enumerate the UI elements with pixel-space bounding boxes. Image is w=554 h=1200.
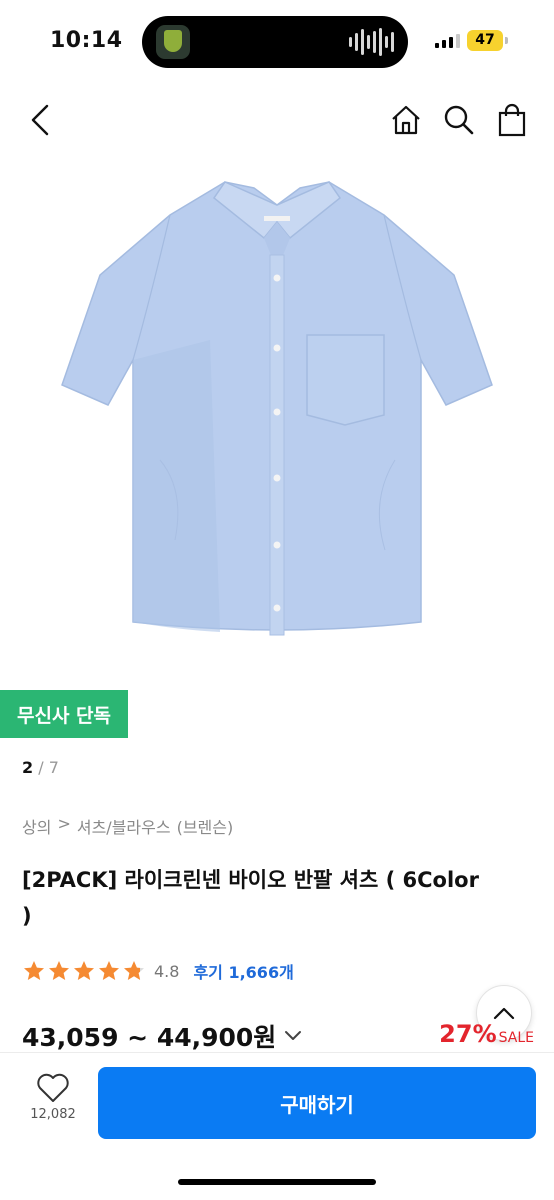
search-button[interactable] (439, 100, 479, 140)
exclusive-badge: 무신사 단독 (0, 690, 128, 738)
breadcrumb-separator: > (57, 814, 71, 833)
image-pager: 2 / 7 (22, 758, 59, 777)
pager-current: 2 (22, 758, 34, 777)
product-image[interactable] (0, 160, 554, 660)
star-half-icon (124, 961, 144, 980)
chevron-down-icon (285, 1031, 302, 1040)
battery-tip (505, 37, 508, 44)
pager-separator: / (33, 758, 49, 777)
discount-percent: 27% (439, 1020, 497, 1048)
rating-value: 4.8 (154, 961, 180, 981)
price-range-button[interactable]: 43,059 ~ 44,900원 (22, 1018, 302, 1052)
top-navigation (0, 88, 554, 152)
heart-icon (37, 1073, 69, 1102)
pager-total: 7 (48, 758, 59, 777)
breadcrumb: 상의 > 셔츠/블라우스 (브렌슨) (22, 814, 233, 838)
cart-button[interactable] (492, 100, 532, 140)
battery-icon: 47 (467, 30, 503, 51)
bottom-action-bar: 12,082 구매하기 (0, 1052, 554, 1200)
home-icon (392, 105, 420, 135)
star-icon (24, 961, 44, 980)
star-icon (99, 961, 119, 980)
status-bar: 10:14 47 (0, 0, 554, 84)
review-count-link[interactable]: 후기 1,666개 (193, 959, 293, 983)
price-row: 43,059 ~ 44,900원 27% SALE (22, 1016, 534, 1052)
breadcrumb-item-top[interactable]: 상의 (22, 814, 51, 838)
rating-row: 4.8 후기 1,666개 (22, 958, 294, 984)
like-button[interactable]: 12,082 (22, 1073, 84, 1137)
like-count: 12,082 (30, 1107, 76, 1122)
back-button[interactable] (20, 100, 60, 140)
chevron-left-icon (31, 104, 49, 136)
home-indicator (178, 1179, 376, 1185)
shopping-bag-icon (498, 103, 526, 137)
home-button[interactable] (386, 100, 426, 140)
status-time: 10:14 (50, 28, 123, 53)
discount-info: 27% SALE (439, 1020, 534, 1048)
audio-waveform-icon (349, 28, 394, 56)
star-rating (22, 959, 146, 983)
product-title: [2PACK] 라이크린넨 바이오 반팔 셔츠 ( 6Color ) (22, 868, 479, 928)
cellular-signal-icon (435, 34, 460, 48)
star-icon (49, 961, 69, 980)
buy-button[interactable]: 구매하기 (98, 1067, 536, 1139)
price-range: 43,059 ~ 44,900원 (22, 1023, 277, 1052)
sale-label: SALE (498, 1030, 534, 1046)
dynamic-island (142, 16, 408, 68)
star-icon (74, 961, 94, 980)
breadcrumb-item-shirts[interactable]: 셔츠/블라우스 (77, 814, 171, 838)
live-activity-icon (156, 25, 190, 59)
breadcrumb-item-brand[interactable]: (브렌슨) (177, 814, 234, 838)
search-icon (444, 105, 474, 135)
shirt-image (61, 181, 493, 636)
